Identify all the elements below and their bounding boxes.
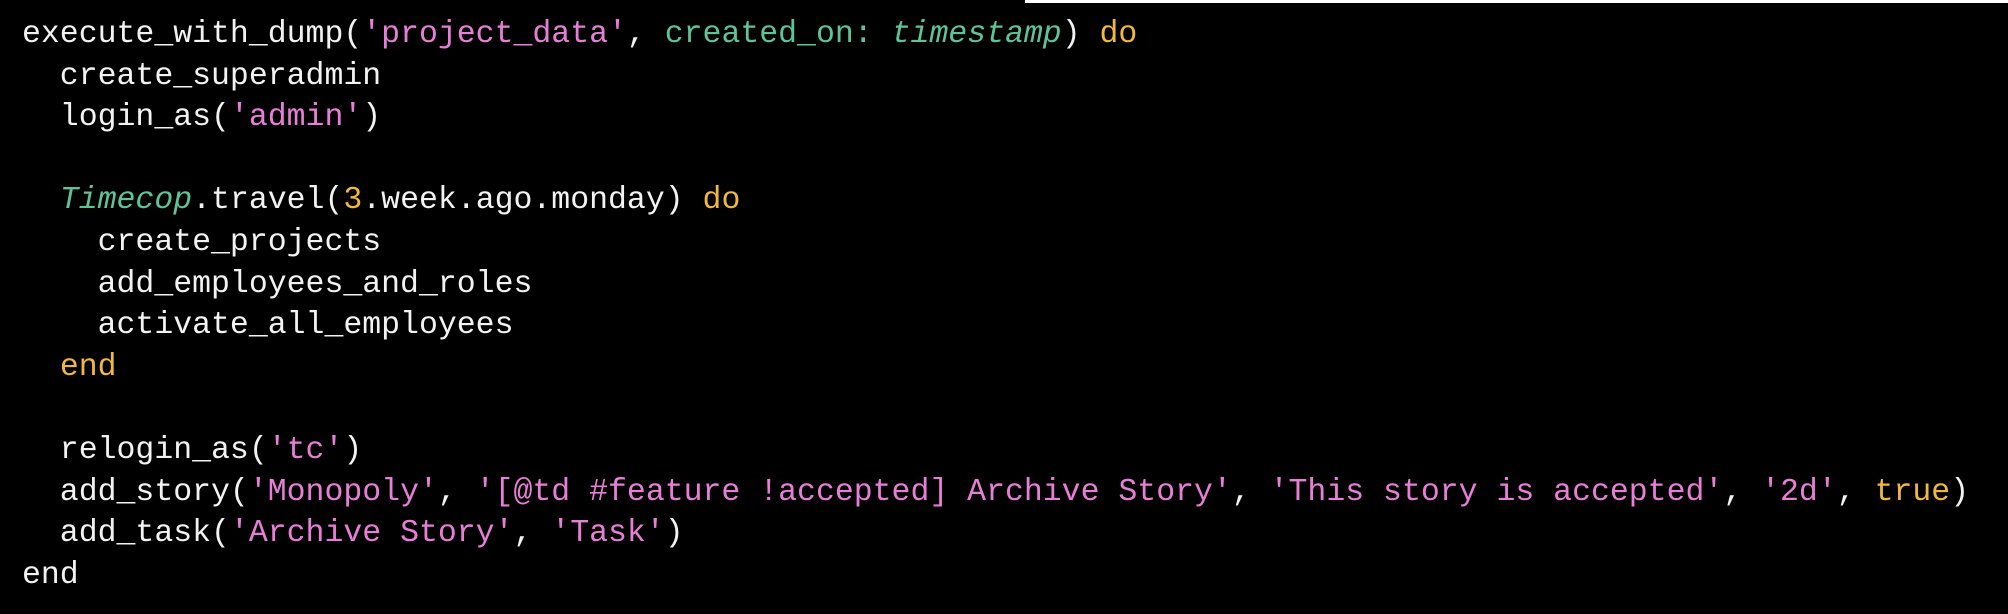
code-text: add_story( — [22, 474, 249, 510]
code-text: add_task( — [22, 516, 230, 552]
code-text: end — [22, 557, 79, 593]
code-text: activate_all_employees — [22, 308, 514, 344]
code-text: , — [437, 474, 476, 510]
string-literal: '[@td #feature !accepted] Archive Story' — [475, 474, 1232, 510]
keyword: do — [702, 183, 741, 219]
string-literal: '2d' — [1761, 474, 1837, 510]
code-line: add_employees_and_roles — [22, 264, 1969, 306]
code-line: activate_all_employees — [22, 305, 1969, 347]
code-text: .travel( — [192, 183, 344, 219]
code-line: end — [22, 347, 1969, 389]
code-text: , — [1723, 474, 1762, 510]
string-literal: 'tc' — [267, 432, 344, 468]
code-text: create_superadmin — [22, 58, 382, 94]
code-text: .week.ago.monday) — [362, 183, 703, 219]
string-literal: 'admin' — [229, 100, 363, 136]
code-line: end — [22, 555, 1969, 597]
number-literal: 3 — [343, 183, 363, 219]
code-line: login_as('admin') — [22, 97, 1969, 139]
code-text: ) — [362, 100, 382, 136]
keyword: true — [1874, 474, 1951, 510]
keyword: do — [1099, 17, 1138, 52]
code-text: add_employees_and_roles — [22, 266, 533, 302]
code-text: , — [1836, 474, 1875, 510]
constant-identifier: Timecop — [59, 183, 193, 219]
code-text: ) — [1950, 474, 1970, 510]
string-literal: 'Monopoly' — [248, 474, 438, 510]
code-line: create_projects — [22, 222, 1969, 264]
code-line: add_story('Monopoly', '[@td #feature !ac… — [22, 472, 1969, 514]
code-text: ) — [664, 516, 684, 552]
top-edge-bar — [1025, 0, 2008, 3]
code-line: Timecop.travel(3.week.ago.monday) do — [22, 180, 1969, 222]
symbol-key: created_on: — [664, 17, 892, 52]
code-block: execute_with_dump('project_data', create… — [22, 14, 1969, 596]
string-literal: 'Task' — [551, 516, 665, 552]
code-line: relogin_as('tc') — [22, 430, 1969, 472]
string-literal: 'project_data' — [362, 17, 627, 52]
constant-identifier: timestamp — [891, 17, 1062, 52]
code-text: execute_with_dump( — [22, 17, 363, 52]
code-text: , — [626, 17, 665, 52]
code-text: login_as( — [22, 100, 230, 136]
keyword: end — [59, 349, 117, 385]
code-text: ) — [343, 432, 363, 468]
code-text: , — [513, 516, 552, 552]
code-text: relogin_as( — [22, 432, 268, 468]
code-line: create_superadmin — [22, 56, 1969, 98]
code-line: execute_with_dump('project_data', create… — [22, 14, 1969, 56]
code-text: create_projects — [22, 224, 382, 260]
string-literal: 'This story is accepted' — [1269, 474, 1724, 510]
code-text: ) — [1061, 17, 1100, 52]
code-line: add_task('Archive Story', 'Task') — [22, 513, 1969, 555]
string-literal: 'Archive Story' — [229, 516, 514, 552]
code-text: , — [1231, 474, 1270, 510]
